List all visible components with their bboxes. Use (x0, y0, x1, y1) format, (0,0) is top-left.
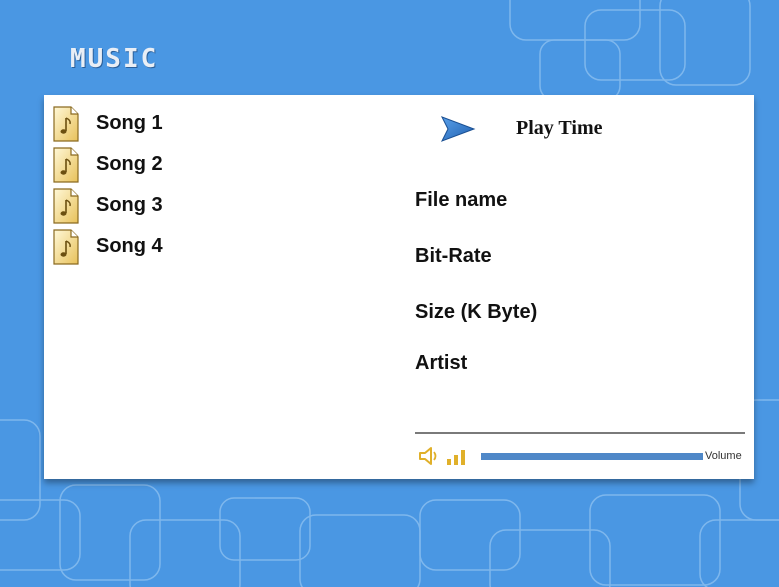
music-file-icon (53, 146, 79, 183)
play-icon[interactable] (440, 116, 476, 142)
song-label: Song 1 (96, 112, 163, 134)
volume-slider[interactable] (481, 453, 703, 460)
music-file-icon (53, 105, 79, 142)
divider (415, 432, 745, 434)
song-list: Song 1 Song 2 Song 3 Song 4 (52, 103, 163, 267)
speaker-icon[interactable] (418, 446, 440, 466)
song-item-4[interactable]: Song 4 (52, 226, 163, 267)
artist-label: Artist (415, 352, 468, 374)
music-file-icon (53, 187, 79, 224)
song-label: Song 3 (96, 194, 163, 216)
song-label: Song 2 (96, 153, 163, 175)
song-item-2[interactable]: Song 2 (52, 144, 163, 185)
size-label: Size (K Byte) (415, 301, 538, 323)
music-file-icon (53, 228, 79, 265)
app-title: MUSIC (70, 44, 159, 74)
bit-rate-label: Bit-Rate (415, 245, 492, 267)
music-panel: Song 1 Song 2 Song 3 Song 4 Play Time Fi… (44, 95, 754, 479)
signal-bars-icon (447, 450, 465, 465)
volume-label: Volume (705, 450, 742, 462)
play-time-label: Play Time (516, 117, 603, 139)
song-item-1[interactable]: Song 1 (52, 103, 163, 144)
file-name-label: File name (415, 189, 508, 211)
song-label: Song 4 (96, 235, 163, 257)
volume-level-fill (481, 453, 703, 460)
song-item-3[interactable]: Song 3 (52, 185, 163, 226)
